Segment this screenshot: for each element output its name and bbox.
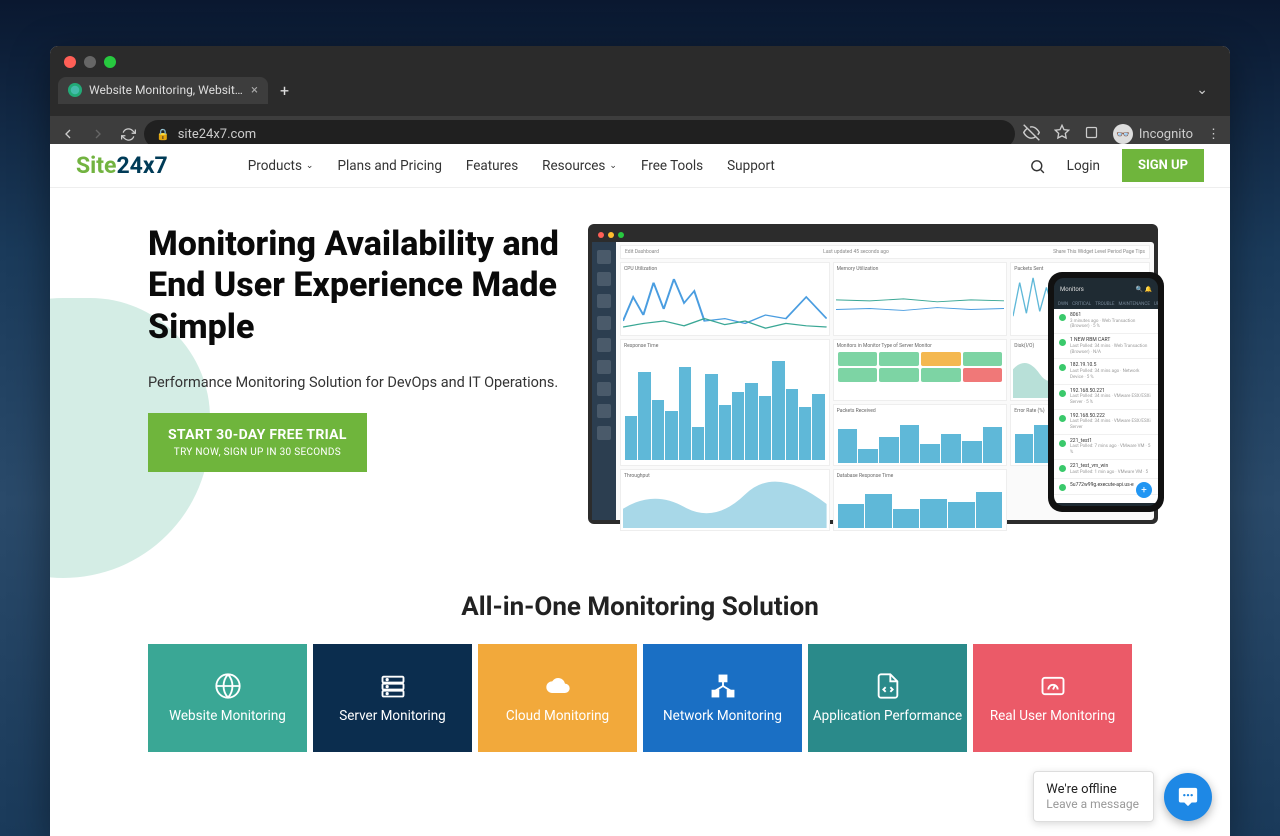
browser-window: Website Monitoring, Website M × + ⌄ 🔒 si… [50, 46, 1230, 836]
chart-response-time: Response Time [620, 339, 830, 466]
login-link[interactable]: Login [1067, 158, 1100, 174]
close-window-icon[interactable] [64, 56, 76, 68]
card-network-monitoring[interactable]: Network Monitoring [643, 644, 802, 752]
cloud-icon [543, 672, 573, 700]
minimize-window-icon[interactable] [84, 56, 96, 68]
nav-support[interactable]: Support [727, 158, 775, 174]
solutions-title: All-in-One Monitoring Solution [90, 592, 1190, 622]
chart-packets-received: Packets Received [833, 404, 1008, 466]
chart-cpu: CPU Utilization [620, 262, 830, 336]
network-icon [708, 672, 738, 700]
browser-chrome: Website Monitoring, Website M × + ⌄ [50, 46, 1230, 116]
card-website-monitoring[interactable]: Website Monitoring [148, 644, 307, 752]
chat-bubble-button[interactable] [1164, 773, 1212, 821]
page-content: Site24x7 Products⌄ Plans and Pricing Fea… [50, 144, 1230, 836]
chart-memory: Memory Utilization [833, 262, 1008, 336]
site-nav: Site24x7 Products⌄ Plans and Pricing Fea… [50, 144, 1230, 188]
logo[interactable]: Site24x7 [76, 152, 168, 179]
cta-main-text: START 30-DAY FREE TRIAL [168, 427, 347, 443]
globe-icon [213, 672, 243, 700]
mock-sidebar [592, 242, 616, 520]
fab-button: + [1136, 482, 1152, 498]
solutions-section: All-in-One Monitoring Solution Website M… [50, 544, 1230, 752]
file-code-icon [873, 672, 903, 700]
search-icon[interactable] [1029, 158, 1045, 174]
nav-products[interactable]: Products⌄ [248, 158, 314, 174]
favicon-icon [68, 83, 82, 97]
phone-header-icons: 🔍 🔔 [1136, 286, 1152, 293]
phone-tabs: DWNCRITICALTROUBLEMAINTENANCEUP [1054, 300, 1158, 309]
nav-freetools[interactable]: Free Tools [641, 158, 703, 174]
gauge-icon [1038, 672, 1068, 700]
logo-part2: 24x7 [116, 152, 167, 179]
chevron-down-icon: ⌄ [609, 161, 617, 171]
url-text: site24x7.com [178, 127, 256, 142]
nav-features[interactable]: Features [466, 158, 518, 174]
eye-off-icon[interactable] [1023, 124, 1040, 145]
reload-button[interactable] [120, 126, 136, 142]
lock-icon: 🔒 [156, 128, 170, 141]
logo-part1: Site [76, 152, 116, 179]
incognito-label: Incognito [1139, 127, 1193, 142]
browser-tab[interactable]: Website Monitoring, Website M × [58, 77, 268, 104]
incognito-icon: 👓 [1113, 124, 1133, 144]
phone-list: 80613 minutes ago · Web Transaction (Bro… [1054, 309, 1158, 503]
phone-screenshot: Monitors 🔍 🔔 DWNCRITICALTROUBLEMAINTENAN… [1048, 272, 1164, 512]
maximize-window-icon[interactable] [104, 56, 116, 68]
star-icon[interactable] [1054, 124, 1070, 144]
cta-sub-text: TRY NOW, SIGN UP IN 30 SECONDS [168, 447, 347, 458]
chat-icon [1177, 786, 1199, 808]
card-server-monitoring[interactable]: Server Monitoring [313, 644, 472, 752]
extensions-icon[interactable] [1084, 125, 1099, 144]
window-controls [50, 46, 1230, 74]
card-cloud-monitoring[interactable]: Cloud Monitoring [478, 644, 637, 752]
nav-links: Products⌄ Plans and Pricing Features Res… [248, 158, 775, 174]
chevron-down-icon: ⌄ [306, 161, 314, 171]
back-button[interactable] [60, 126, 76, 142]
nav-resources[interactable]: Resources⌄ [542, 158, 617, 174]
hero-section: Monitoring Availability and End User Exp… [50, 188, 1230, 544]
chat-line2: Leave a message [1046, 797, 1139, 811]
forward-button[interactable] [90, 126, 106, 142]
mock-toolbar: Edit Dashboard Last updated 45 seconds a… [620, 245, 1150, 259]
chat-widget: We're offline Leave a message [1033, 771, 1212, 822]
tab-bar: Website Monitoring, Website M × + ⌄ [50, 74, 1230, 106]
menu-icon[interactable]: ⋮ [1207, 127, 1220, 142]
hero-subtitle: Performance Monitoring Solution for DevO… [148, 374, 578, 391]
phone-header-title: Monitors [1060, 286, 1084, 293]
tab-title: Website Monitoring, Website M [89, 83, 244, 97]
chat-status-box[interactable]: We're offline Leave a message [1033, 771, 1154, 822]
card-real-user-monitoring[interactable]: Real User Monitoring [973, 644, 1132, 752]
close-tab-icon[interactable]: × [251, 83, 258, 98]
hero-title: Monitoring Availability and End User Exp… [148, 224, 578, 348]
server-icon [378, 672, 408, 700]
chart-throughput: Throughput [620, 469, 830, 531]
card-application-performance[interactable]: Application Performance [808, 644, 967, 752]
new-tab-button[interactable]: + [268, 81, 301, 100]
nav-plans[interactable]: Plans and Pricing [337, 158, 441, 174]
chart-db-response: Database Response Time [833, 469, 1008, 531]
chat-line1: We're offline [1046, 782, 1139, 797]
solution-cards: Website Monitoring Server Monitoring Clo… [90, 644, 1190, 752]
chart-monitor-type: Monitors in Monitor Type of Server Monit… [833, 339, 1008, 401]
cta-button[interactable]: START 30-DAY FREE TRIAL TRY NOW, SIGN UP… [148, 413, 367, 472]
incognito-badge[interactable]: 👓 Incognito [1113, 124, 1193, 144]
tabs-dropdown-icon[interactable]: ⌄ [1196, 82, 1222, 98]
dashboard-screenshot: Edit Dashboard Last updated 45 seconds a… [588, 224, 1158, 524]
signup-button[interactable]: SIGN UP [1122, 149, 1204, 182]
